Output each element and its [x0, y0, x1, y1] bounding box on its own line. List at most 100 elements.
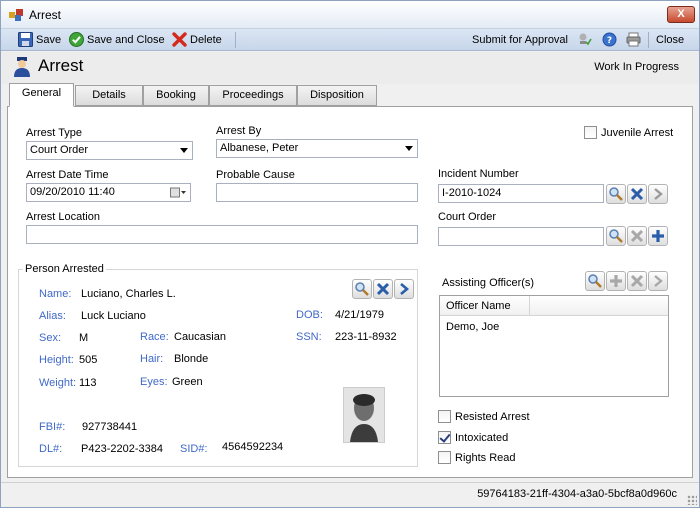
rights-read-checkbox[interactable] [438, 451, 451, 464]
approval-icon-button[interactable] [577, 32, 593, 48]
arrest-by-dropdown[interactable]: Albanese, Peter [216, 139, 418, 158]
clear-x-icon [630, 229, 644, 243]
arrest-type-dropdown[interactable]: Court Order [26, 141, 193, 160]
name-label: Name: [39, 288, 72, 300]
court-order-add-button[interactable] [648, 226, 668, 246]
fbi-value: 927738441 [82, 421, 138, 433]
incident-open-button[interactable] [648, 184, 668, 204]
clear-x-icon [376, 282, 390, 296]
clear-x-icon [630, 274, 644, 288]
arrest-location-label: Arrest Location [26, 211, 100, 223]
arrest-date-picker[interactable]: 09/20/2010 11:40 [26, 183, 191, 202]
ssn-value: 223-11-8932 [335, 331, 397, 343]
hair-label: Hair: [140, 353, 164, 365]
arrest-location-input[interactable] [26, 225, 418, 244]
page-title: Arrest [38, 56, 84, 75]
close-label: Close [656, 34, 685, 46]
delete-x-icon [172, 32, 187, 47]
officer-search-button[interactable] [585, 271, 605, 291]
record-id: 59764183-21ff-4304-a3a0-5bcf8a0d960c [477, 488, 677, 500]
person-open-button[interactable] [394, 279, 414, 299]
help-button[interactable]: ? [602, 32, 618, 48]
search-icon [588, 274, 602, 288]
submit-label: Submit for Approval [472, 34, 568, 46]
incident-clear-button[interactable] [627, 184, 647, 204]
tab-disposition[interactable]: Disposition [297, 85, 377, 106]
alias-label: Alias: [39, 310, 66, 322]
approval-stamp-icon [579, 33, 592, 46]
height-label: Height: [39, 354, 74, 366]
app-icon [9, 9, 23, 21]
eyes-label: Eyes: [140, 376, 168, 388]
submit-for-approval-button[interactable]: Submit for Approval [472, 32, 572, 48]
incident-number-input[interactable]: I-2010-1024 [438, 184, 604, 203]
tab-details[interactable]: Details [75, 85, 143, 106]
ssn-label: SSN: [296, 331, 322, 343]
arrest-type-label: Arrest Type [26, 127, 83, 139]
print-button[interactable] [626, 32, 642, 48]
window-title: Arrest [29, 8, 62, 22]
arrest-type-value: Court Order [30, 144, 89, 156]
toolbar-separator-right [648, 32, 649, 48]
dob-value: 4/21/1979 [335, 309, 384, 321]
fbi-label: FBI#: [39, 421, 66, 433]
save-and-close-button[interactable]: Save and Close [69, 32, 165, 48]
eyes-value: Green [172, 376, 203, 388]
court-order-label: Court Order [438, 211, 497, 223]
person-search-button[interactable] [352, 279, 372, 299]
plus-icon [652, 230, 664, 242]
race-label: Race: [140, 331, 169, 343]
hair-value: Blonde [174, 353, 209, 365]
incident-search-button[interactable] [606, 184, 626, 204]
window-close-button[interactable]: X [667, 6, 695, 23]
chevron-down-icon [180, 148, 188, 153]
check-circle-icon [69, 32, 84, 47]
chevron-right-icon [654, 188, 663, 200]
incident-number-label: Incident Number [438, 168, 519, 180]
dl-label: DL#: [39, 443, 63, 455]
delete-label: Delete [190, 34, 222, 46]
tab-general[interactable]: General [9, 83, 74, 107]
mugshot-image [344, 388, 384, 442]
delete-button[interactable]: Delete [172, 32, 222, 48]
tab-booking[interactable]: Booking [143, 85, 209, 106]
toolbar: Save Save and Close Delete Submit for Ap… [1, 29, 699, 51]
officer-add-button[interactable] [606, 271, 626, 291]
alias-value: Luck Luciano [81, 310, 146, 322]
mugshot-photo [343, 387, 385, 443]
search-icon [609, 229, 623, 243]
workflow-status: Work In Progress [594, 61, 679, 73]
save-icon [18, 32, 33, 47]
court-order-input[interactable] [438, 227, 604, 246]
rights-read-label: Rights Read [455, 452, 516, 464]
save-button[interactable]: Save [18, 32, 61, 48]
resisted-arrest-checkbox[interactable] [438, 410, 451, 423]
person-clear-button[interactable] [373, 279, 393, 299]
officer-icon [14, 57, 30, 77]
toolbar-separator [235, 32, 236, 48]
form-header: Arrest Work In Progress [1, 52, 699, 84]
chevron-right-icon [400, 283, 410, 295]
probable-cause-label: Probable Cause [216, 169, 295, 181]
officer-name-column-header[interactable]: Officer Name [440, 296, 530, 316]
person-arrested-title: Person Arrested [23, 263, 106, 275]
arrest-window: Arrest X Save Save and Close Delete Subm… [0, 0, 700, 508]
tab-proceedings[interactable]: Proceedings [209, 85, 297, 106]
intoxicated-checkbox[interactable] [438, 431, 451, 444]
officers-grid[interactable]: Officer Name Demo, Joe [439, 295, 669, 397]
svg-text:?: ? [607, 36, 612, 46]
height-value: 505 [79, 354, 98, 366]
resize-grip-icon[interactable] [687, 495, 697, 505]
officer-row[interactable]: Demo, Joe [446, 321, 499, 333]
court-order-search-button[interactable] [606, 226, 626, 246]
court-order-clear-button[interactable] [627, 226, 647, 246]
juvenile-arrest-checkbox[interactable] [584, 126, 597, 139]
probable-cause-input[interactable] [216, 183, 418, 202]
sid-value: 4564592234 [222, 441, 284, 453]
close-button[interactable]: Close [656, 32, 686, 48]
sex-label: Sex: [39, 332, 62, 344]
officer-remove-button[interactable] [627, 271, 647, 291]
chevron-right-icon [654, 275, 663, 287]
officer-open-button[interactable] [648, 271, 668, 291]
clear-x-icon [630, 187, 644, 201]
